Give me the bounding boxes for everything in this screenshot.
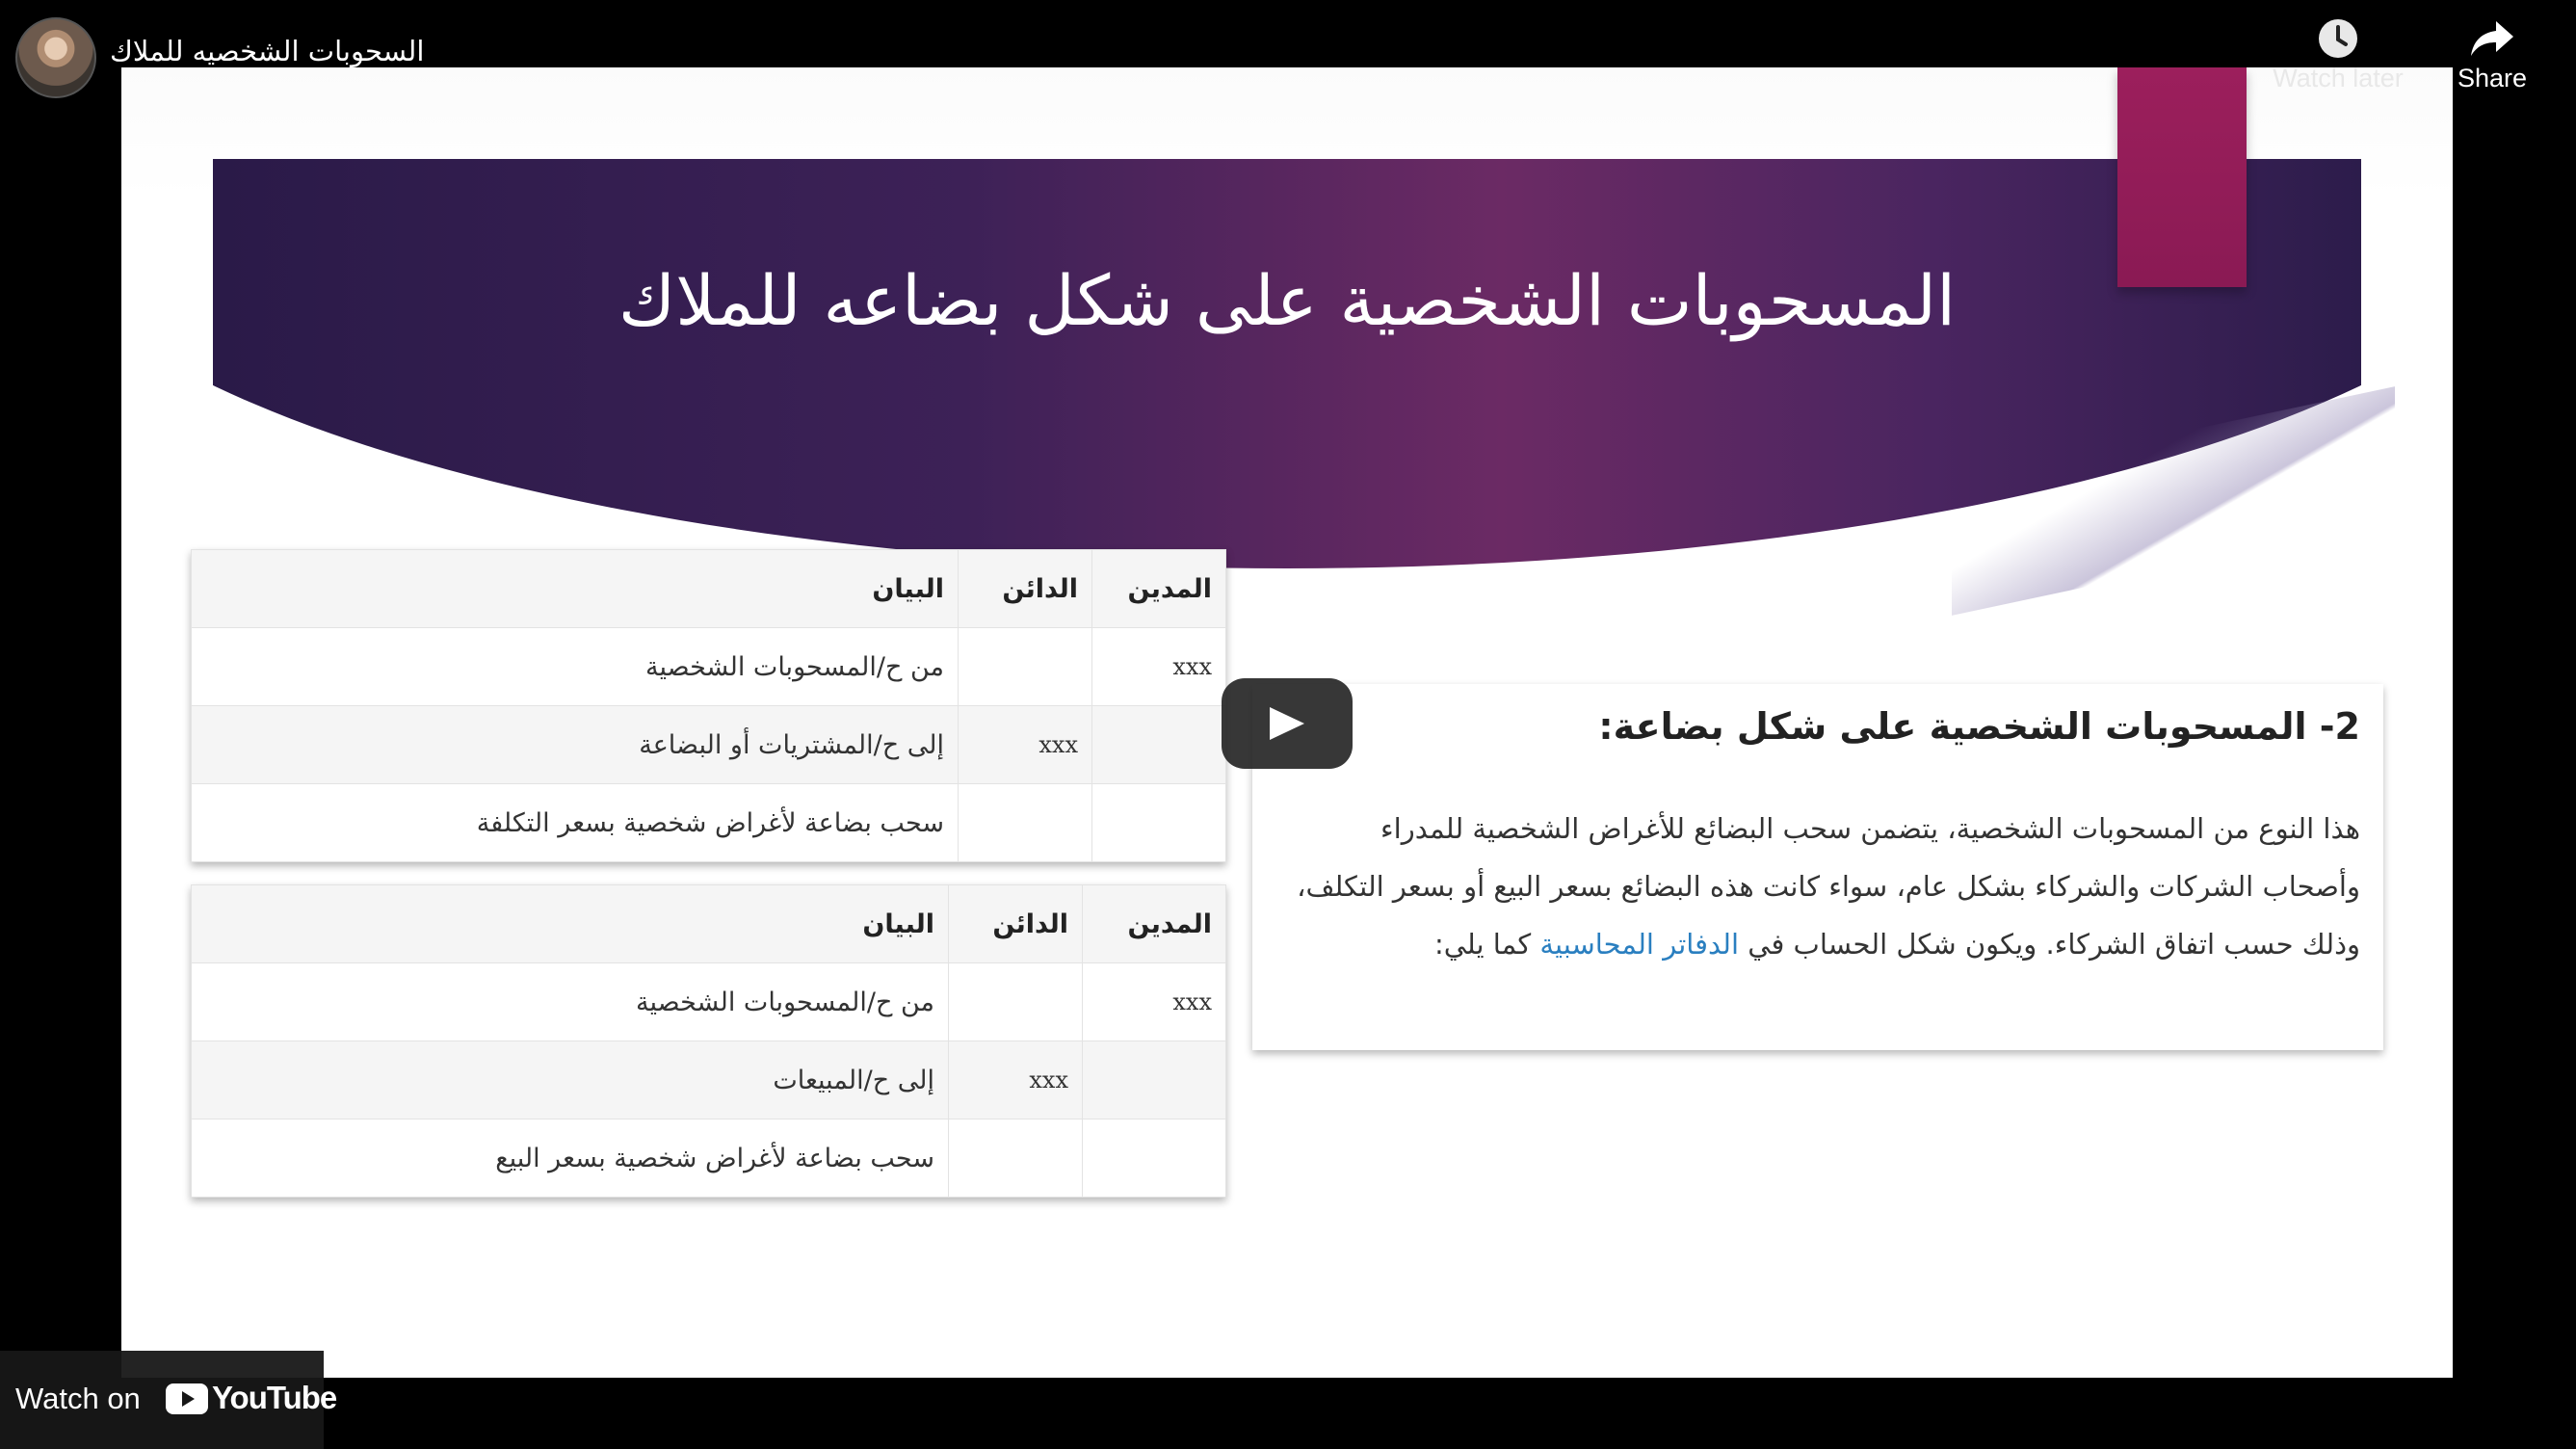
cell-description: إلى ح/المشتريات أو البضاعة [191, 705, 959, 784]
cell-description: إلى ح/المبيعات [191, 1041, 949, 1120]
cell-credit [948, 962, 1083, 1041]
table-row: سحب بضاعة لأغراض شخصية بسعر التكلفة [191, 783, 1226, 862]
share-button[interactable]: Share [2420, 17, 2564, 93]
explanation-card: 2- المسحوبات الشخصية على شكل بضاعة: هذا … [1252, 684, 2383, 1050]
watch-on-youtube-button[interactable]: Watch on YouTube [0, 1351, 337, 1449]
youtube-logo-icon [166, 1383, 208, 1414]
cell-debit: xxx [1091, 627, 1226, 706]
cell-debit [1091, 705, 1226, 784]
journal-table-sale-price: المدين الدائن البيان xxx من ح/المسحوبات … [191, 884, 1226, 1198]
play-button[interactable] [1222, 678, 1353, 769]
table-row: xxx من ح/المسحوبات الشخصية [191, 962, 1226, 1041]
header-description: البيان [191, 549, 959, 628]
table-row: xxx إلى ح/المشتريات أو البضاعة [191, 705, 1226, 784]
table-row: سحب بضاعة لأغراض شخصية بسعر البيع [191, 1119, 1226, 1198]
clock-icon [2319, 19, 2357, 58]
header-credit: الدائن [948, 884, 1083, 963]
cell-description: من ح/المسحوبات الشخصية [191, 962, 949, 1041]
journal-table-cost-price: المدين الدائن البيان xxx من ح/المسحوبات … [191, 549, 1226, 862]
cell-debit: xxx [1082, 962, 1226, 1041]
video-title[interactable]: السحوبات الشخصيه للملاك [110, 35, 424, 67]
header-credit: الدائن [958, 549, 1092, 628]
cell-credit: xxx [958, 705, 1092, 784]
cell-debit [1082, 1119, 1226, 1198]
cell-description: سحب بضاعة لأغراض شخصية بسعر البيع [191, 1119, 949, 1198]
share-label: Share [2457, 64, 2528, 92]
cell-credit [958, 783, 1092, 862]
watch-on-label: Watch on [15, 1382, 141, 1415]
cell-credit: xxx [948, 1041, 1083, 1120]
watch-later-label: Watch later [2273, 64, 2404, 92]
cell-description: سحب بضاعة لأغراض شخصية بسعر التكلفة [191, 783, 959, 862]
cell-debit [1082, 1041, 1226, 1120]
watch-later-button[interactable]: Watch later [2266, 17, 2410, 93]
cell-credit [958, 627, 1092, 706]
cell-description: من ح/المسحوبات الشخصية [191, 627, 959, 706]
table-header-row: المدين الدائن البيان [191, 549, 1226, 628]
youtube-wordmark: YouTube [212, 1380, 337, 1415]
play-icon [1270, 707, 1304, 740]
cell-credit [948, 1119, 1083, 1198]
header-debit: المدين [1082, 884, 1226, 963]
card-heading: 2- المسحوبات الشخصية على شكل بضاعة: [1598, 705, 2360, 748]
table-row: xxx من ح/المسحوبات الشخصية [191, 627, 1226, 706]
share-arrow-icon [2471, 21, 2513, 56]
header-debit: المدين [1091, 549, 1226, 628]
table-row: xxx إلى ح/المبيعات [191, 1041, 1226, 1120]
channel-avatar[interactable] [15, 17, 96, 98]
slide-title: المسحوبات الشخصية على شكل بضاعه للملاك [618, 260, 1957, 341]
player-top-bar: السحوبات الشخصيه للملاك Watch later Shar… [0, 0, 2576, 116]
card-body-ending: كما يلي: [1433, 928, 1532, 961]
header-description: البيان [191, 884, 949, 963]
table-header-row: المدين الدائن البيان [191, 884, 1226, 963]
cell-debit [1091, 783, 1226, 862]
accounting-books-link[interactable]: الدفاتر المحاسبية [1539, 928, 1739, 961]
card-body: هذا النوع من المسحوبات الشخصية، يتضمن سح… [1276, 800, 2360, 973]
